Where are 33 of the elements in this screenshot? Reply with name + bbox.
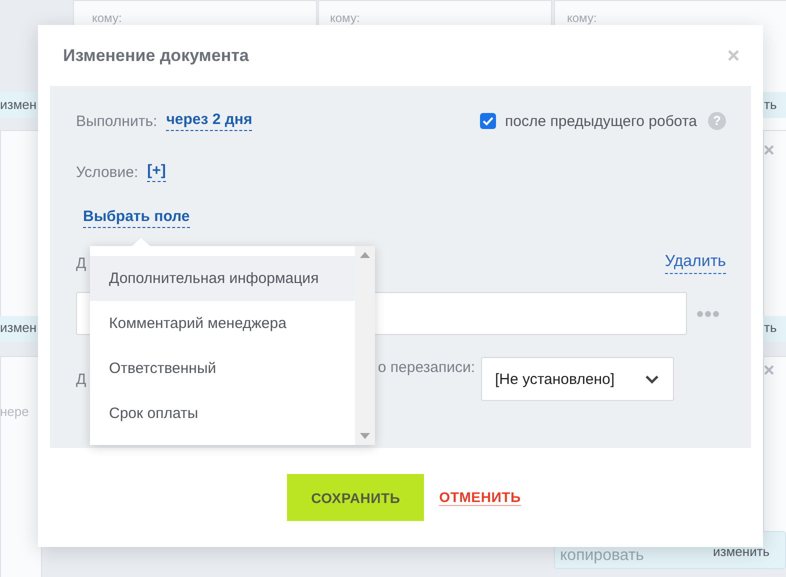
delay-link[interactable]: через 2 дня	[166, 111, 252, 131]
overwrite-select[interactable]: [Не установлено]	[481, 357, 674, 401]
scroll-up-icon[interactable]	[360, 252, 370, 258]
recipient-label: кому:	[92, 11, 122, 25]
close-icon[interactable]	[728, 50, 739, 61]
add-condition-link[interactable]: [+]	[147, 162, 166, 182]
edit-link[interactable]: измен	[0, 97, 37, 112]
field-label: Условие:	[76, 164, 138, 180]
field-label: Д	[76, 254, 86, 272]
choose-field-link[interactable]: Выбрать поле	[83, 208, 190, 228]
chevron-down-icon	[645, 374, 659, 384]
field-label: о перезаписи:	[378, 359, 475, 376]
save-button[interactable]: СОХРАНИТЬ	[287, 474, 424, 521]
edit-link[interactable]: измен	[0, 320, 37, 335]
scroll-down-icon[interactable]	[360, 433, 370, 439]
remove-link[interactable]: Удалить	[664, 252, 726, 274]
dialog-title: Изменение документа	[63, 46, 249, 66]
field-label: Выполнить:	[76, 112, 158, 130]
text-fragment: нере	[0, 404, 29, 419]
checkbox[interactable]	[480, 113, 496, 129]
edit-link[interactable]: изменить	[713, 544, 770, 559]
close-icon[interactable]	[764, 365, 774, 375]
edit-link[interactable]: ть	[764, 97, 777, 112]
cancel-link[interactable]: ОТМЕНИТЬ	[439, 489, 521, 506]
field-label: Д	[76, 370, 86, 388]
close-icon[interactable]	[764, 145, 774, 155]
recipient-label: кому:	[330, 11, 360, 25]
dropdown-item[interactable]: Дополнительная информация	[90, 256, 355, 301]
more-icon[interactable]	[697, 310, 719, 316]
recipient-label: кому:	[567, 11, 597, 25]
scrollbar[interactable]	[355, 246, 375, 445]
checkbox-label: после предыдущего робота	[505, 112, 697, 130]
edit-link[interactable]: ть	[764, 320, 777, 335]
